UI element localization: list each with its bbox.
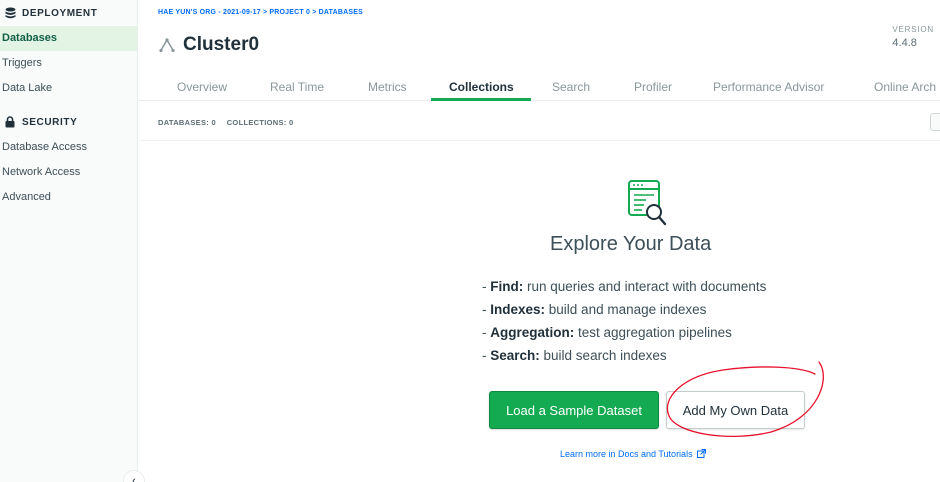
collections-count-value: 0 [288, 118, 294, 127]
version-value: 4.4.8 [892, 37, 917, 49]
databases-count-label: DATABASES: [158, 118, 210, 127]
list-item: - Aggregation: test aggregation pipeline… [482, 325, 732, 340]
counts-bar: DATABASES: 0 COLLECTIONS: 0 [158, 118, 293, 127]
tab-profiler[interactable]: Profiler [634, 80, 672, 94]
version-label: VERSION [892, 25, 934, 34]
main-content: HAE YUN'S ORG - 2021-09-17 > PROJECT 0 >… [139, 0, 940, 482]
tab-collections[interactable]: Collections [449, 80, 514, 94]
tab-metrics[interactable]: Metrics [368, 80, 407, 94]
lock-icon [4, 116, 16, 128]
active-tab-indicator [431, 98, 531, 101]
add-my-own-data-button[interactable]: Add My Own Data [666, 391, 805, 429]
tab-search[interactable]: Search [552, 80, 590, 94]
sidebar: DEPLOYMENT Databases Triggers Data Lake … [0, 0, 138, 482]
cluster-icon [159, 37, 175, 53]
chevron-left-icon: ‹ [132, 475, 136, 482]
tab-overview[interactable]: Overview [177, 80, 227, 94]
refresh-button[interactable] [930, 113, 940, 131]
sidebar-item-databases[interactable]: Databases [0, 26, 137, 51]
collections-count-label: COLLECTIONS: [226, 118, 287, 127]
list-item: - Find: run queries and interact with do… [482, 279, 767, 294]
sidebar-section-label: SECURITY [22, 116, 78, 128]
tab-bar: Overview Real Time Metrics Collections S… [139, 77, 940, 101]
sidebar-item-advanced[interactable]: Advanced [0, 185, 137, 210]
sidebar-item-triggers[interactable]: Triggers [0, 51, 137, 76]
sidebar-section-security: SECURITY [0, 109, 137, 135]
load-sample-dataset-button[interactable]: Load a Sample Dataset [489, 391, 659, 429]
sidebar-item-network-access[interactable]: Network Access [0, 160, 137, 185]
page-header: Cluster0 [159, 34, 259, 56]
empty-state-title: Explore Your Data [550, 233, 712, 255]
sidebar-item-data-lake[interactable]: Data Lake [0, 76, 137, 101]
external-link-icon [697, 449, 707, 458]
breadcrumb[interactable]: HAE YUN'S ORG - 2021-09-17 > PROJECT 0 >… [158, 9, 363, 16]
feature-list: - Find: run queries and interact with do… [482, 276, 766, 368]
tab-online-archive[interactable]: Online Arch [874, 80, 936, 94]
data-explorer-icon [626, 179, 668, 227]
divider [139, 140, 940, 141]
sidebar-section-deployment: DEPLOYMENT [0, 0, 137, 26]
database-icon [4, 7, 16, 19]
list-item: - Search: build search indexes [482, 348, 667, 363]
page-title: Cluster0 [183, 34, 260, 55]
tab-performance-advisor[interactable]: Performance Advisor [713, 80, 824, 94]
sidebar-item-database-access[interactable]: Database Access [0, 135, 137, 160]
version-info: VERSION 4.4.8 [892, 25, 934, 49]
list-item: - Indexes: build and manage indexes [482, 302, 707, 317]
learn-more-text[interactable]: Learn more in Docs and Tutorials [560, 449, 693, 459]
databases-count-value: 0 [211, 118, 216, 127]
sidebar-section-label: DEPLOYMENT [22, 7, 98, 19]
learn-more-link[interactable]: Learn more in Docs and Tutorials [560, 449, 707, 459]
tab-real-time[interactable]: Real Time [270, 80, 324, 94]
